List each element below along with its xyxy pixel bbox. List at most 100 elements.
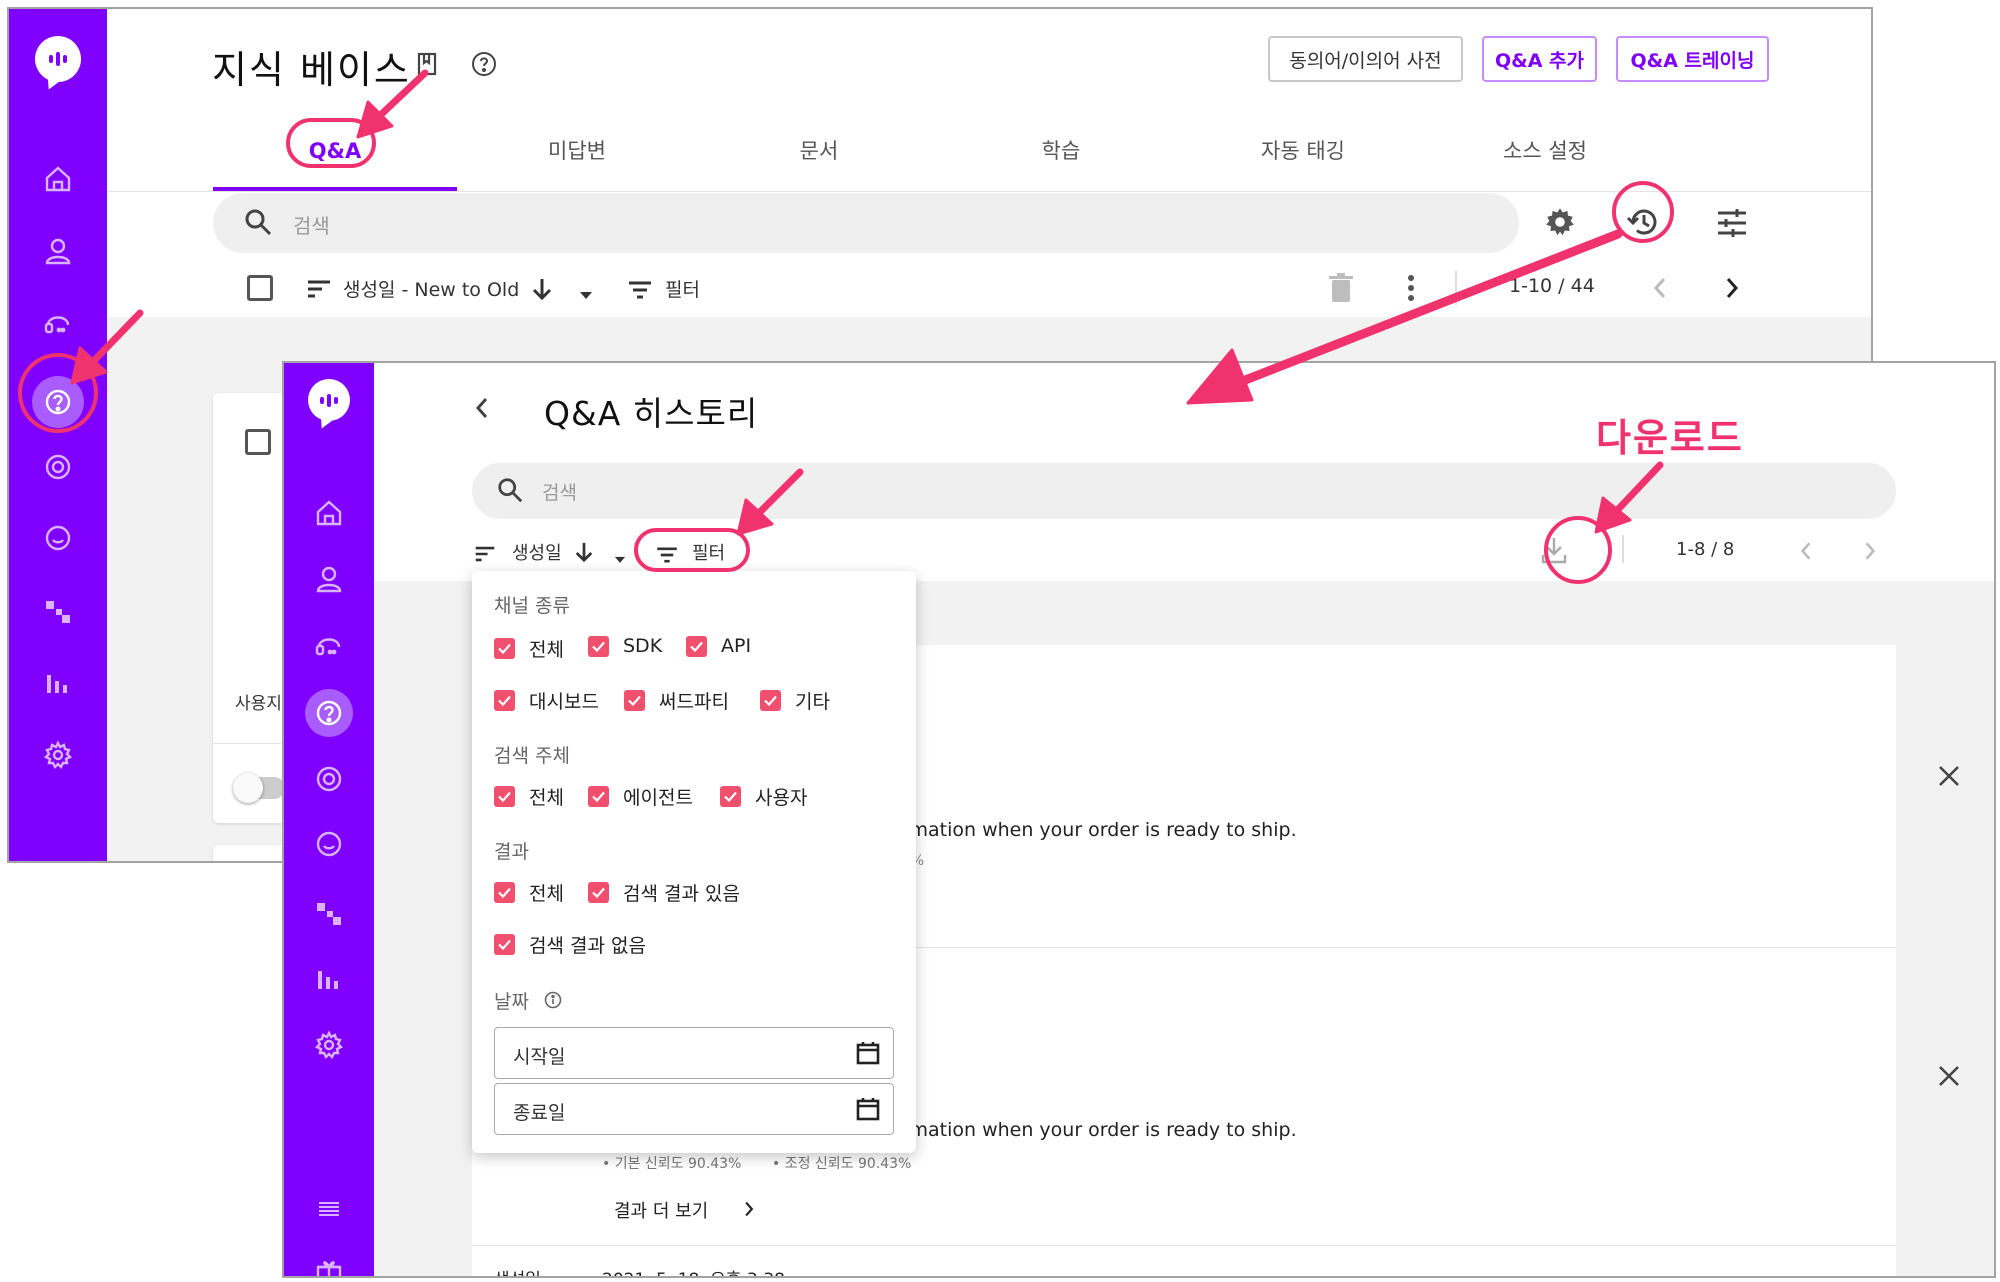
filter-option[interactable]: 에이전트	[588, 783, 693, 810]
tab-documents[interactable]: 문서	[697, 127, 941, 191]
search-input[interactable]: 검색	[472, 463, 1896, 519]
more-vertical-icon[interactable]	[1407, 275, 1415, 305]
flow-icon[interactable]	[309, 893, 349, 933]
filter-option[interactable]: 써드파티	[624, 687, 729, 714]
highlight-ring	[634, 528, 750, 572]
chevron-left-icon[interactable]	[1653, 277, 1667, 303]
user-icon[interactable]	[38, 231, 78, 271]
sidebar	[284, 363, 374, 1276]
app-logo-icon[interactable]	[35, 36, 81, 82]
filter-option[interactable]: SDK	[588, 635, 662, 657]
tune-icon[interactable]	[1715, 207, 1749, 243]
info-icon[interactable]	[544, 991, 562, 1013]
help-icon[interactable]	[471, 51, 497, 81]
filter-option[interactable]: 전체	[494, 879, 564, 906]
chevron-right-icon[interactable]	[744, 1201, 754, 1221]
toggle-switch[interactable]	[233, 773, 285, 803]
checkbox-checked-icon[interactable]	[720, 786, 741, 807]
checkbox-checked-icon[interactable]	[494, 786, 515, 807]
sort-label[interactable]: 생성일	[512, 539, 562, 565]
search-icon	[496, 476, 524, 508]
conversation-icon[interactable]	[309, 825, 349, 865]
filter-option[interactable]: 전체	[494, 783, 564, 810]
sort-label[interactable]: 생성일 - New to Old	[343, 275, 519, 302]
menu-icon[interactable]	[309, 1189, 349, 1229]
sort-icon[interactable]	[474, 545, 496, 567]
tab-unanswered[interactable]: 미답변	[455, 127, 699, 191]
sort-icon[interactable]	[306, 279, 332, 303]
checkbox-checked-icon[interactable]	[624, 690, 645, 711]
checkbox-checked-icon[interactable]	[494, 690, 515, 711]
knowledge-base-icon[interactable]	[305, 689, 353, 737]
checkbox-checked-icon[interactable]	[588, 635, 609, 657]
filter-option[interactable]: 기타	[760, 687, 830, 714]
trash-icon[interactable]	[1329, 273, 1353, 307]
chevron-right-icon[interactable]	[1725, 277, 1739, 303]
checkbox-checked-icon[interactable]	[588, 786, 609, 807]
dropdown-caret-icon[interactable]	[614, 549, 626, 568]
checkbox-checked-icon[interactable]	[588, 882, 609, 903]
checkbox-checked-icon[interactable]	[686, 635, 707, 657]
divider	[1455, 271, 1457, 305]
filter-option[interactable]: 검색 결과 없음	[494, 931, 646, 958]
tab-source-settings[interactable]: 소스 설정	[1423, 127, 1667, 191]
arrow-down-icon[interactable]	[574, 541, 594, 567]
qa-training-button[interactable]: Q&A 트레이닝	[1616, 36, 1769, 82]
flow-icon[interactable]	[38, 591, 78, 631]
dropdown-caret-icon[interactable]	[579, 285, 593, 304]
divider	[472, 1245, 1896, 1246]
start-date-field[interactable]: 시작일	[494, 1027, 894, 1079]
answer-text: rmation when your order is ready to ship…	[902, 1119, 1297, 1141]
close-icon[interactable]	[1938, 1065, 1960, 1091]
end-date-field[interactable]: 종료일	[494, 1083, 894, 1135]
filter-icon[interactable]	[628, 281, 652, 303]
tab-auto-tagging[interactable]: 자동 태깅	[1181, 127, 1425, 191]
analytics-icon[interactable]	[38, 663, 78, 703]
arrow-down-icon[interactable]	[531, 277, 553, 305]
home-icon[interactable]	[38, 159, 78, 199]
checkbox-checked-icon[interactable]	[494, 882, 515, 903]
add-qa-button[interactable]: Q&A 추가	[1482, 36, 1597, 82]
chevron-right-icon[interactable]	[1864, 541, 1876, 565]
back-arrow-icon[interactable]	[474, 397, 490, 423]
filter-option[interactable]: API	[686, 635, 751, 657]
highlight-ring	[1544, 516, 1612, 584]
settings-icon[interactable]	[38, 735, 78, 775]
gear-icon[interactable]	[1543, 205, 1577, 243]
gift-icon[interactable]	[309, 1251, 349, 1276]
filter-option[interactable]: 전체	[494, 635, 564, 662]
search-subject-label: 검색 주체	[494, 745, 570, 767]
chat-agent-icon[interactable]	[309, 625, 349, 665]
settings-icon[interactable]	[309, 1025, 349, 1065]
filter-option[interactable]: 사용자	[720, 783, 807, 810]
chevron-left-icon[interactable]	[1800, 541, 1812, 565]
close-icon[interactable]	[1938, 765, 1960, 791]
checkbox-checked-icon[interactable]	[494, 638, 515, 659]
user-icon[interactable]	[309, 559, 349, 599]
select-all-checkbox[interactable]	[247, 275, 273, 301]
tab-learning[interactable]: 학습	[939, 127, 1183, 191]
chat-agent-icon[interactable]	[38, 303, 78, 343]
target-icon[interactable]	[38, 447, 78, 487]
highlight-ring	[286, 118, 376, 168]
checkbox-checked-icon[interactable]	[494, 934, 515, 955]
app-logo-icon[interactable]	[308, 379, 350, 421]
book-icon[interactable]	[414, 51, 440, 81]
filter-option[interactable]: 대시보드	[494, 687, 599, 714]
filter-button[interactable]: 필터	[665, 275, 700, 302]
analytics-icon[interactable]	[309, 959, 349, 999]
synonyms-dictionary-button[interactable]: 동의어/이의어 사전	[1268, 36, 1463, 82]
home-icon[interactable]	[309, 493, 349, 533]
calendar-icon	[856, 1098, 880, 1121]
search-input[interactable]: 검색	[213, 193, 1519, 253]
filter-option[interactable]: 검색 결과 있음	[588, 879, 740, 906]
page-title: 지식 베이스	[212, 48, 411, 92]
target-icon[interactable]	[309, 759, 349, 799]
checkbox-checked-icon[interactable]	[760, 690, 781, 711]
row-checkbox[interactable]	[245, 429, 271, 455]
pagination-label: 1-8 / 8	[1676, 539, 1735, 560]
qa-history-window: Q&A 히스토리 검색 생성일 필터 1-8 / 8 rmation when …	[282, 361, 1996, 1278]
more-results-link[interactable]: 결과 더 보기	[614, 1197, 708, 1223]
divider	[1622, 535, 1624, 563]
conversation-icon[interactable]	[38, 519, 78, 559]
